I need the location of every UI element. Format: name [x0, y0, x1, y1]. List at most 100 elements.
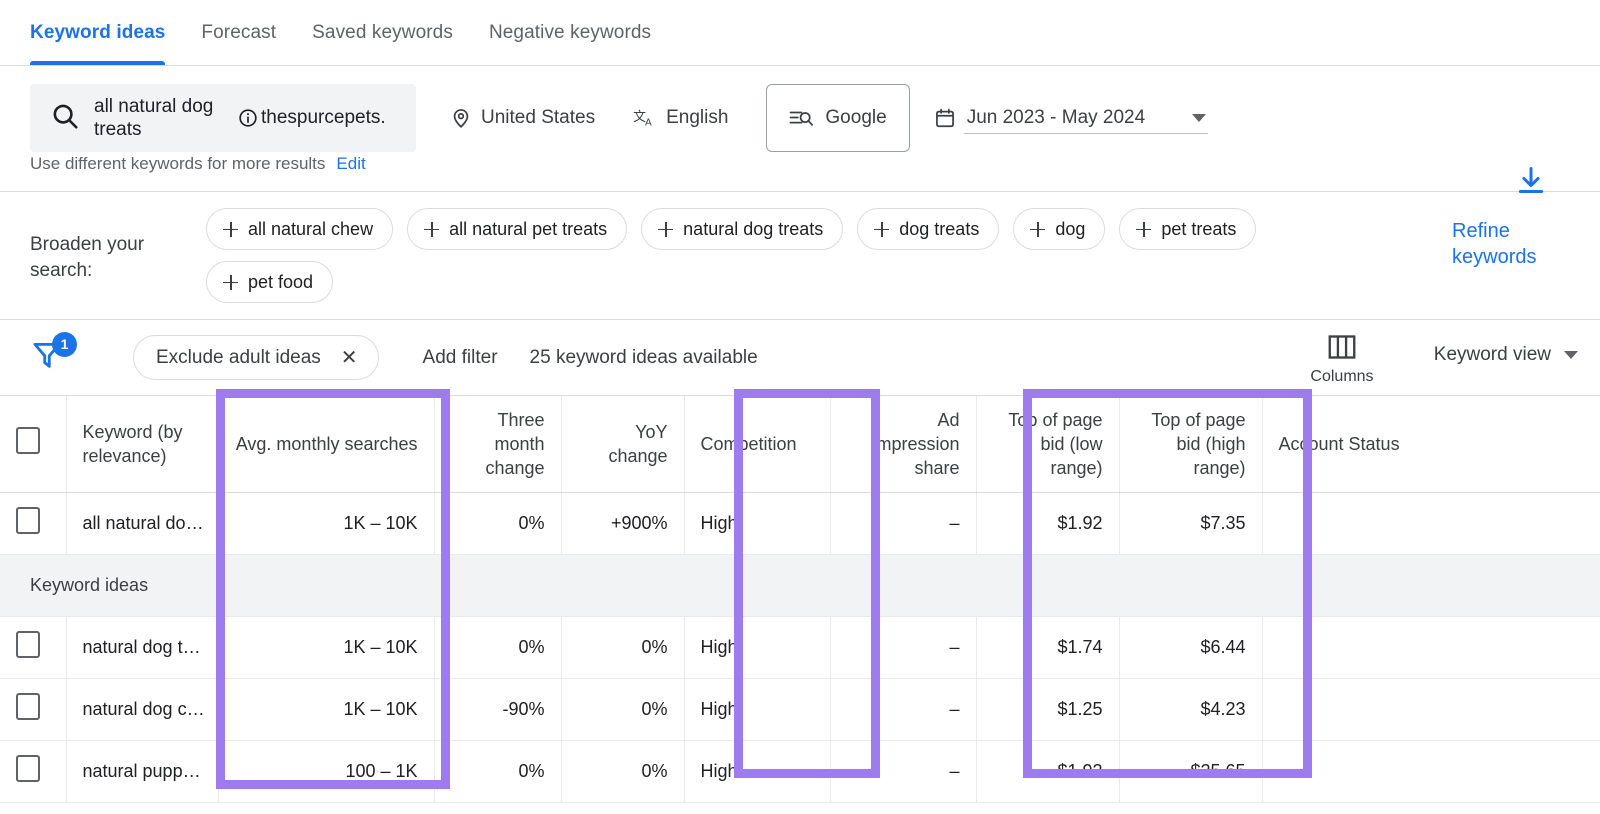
broaden-chip[interactable]: dog treats [857, 208, 999, 250]
row-select-cell [0, 492, 66, 554]
table-row[interactable]: natural pupp… 100 – 1K 0% 0% High – $1.9… [0, 740, 1600, 802]
table-row[interactable]: natural dog t… 1K – 10K 0% 0% High – $1.… [0, 616, 1600, 678]
cell-three-month-change: 0% [434, 740, 561, 802]
table-row[interactable]: natural dog c… 1K – 10K -90% 0% High – $… [0, 678, 1600, 740]
cell-yoy-change: 0% [561, 678, 684, 740]
cell-top-bid-low: $1.74 [976, 616, 1119, 678]
edit-keywords-link[interactable]: Edit [336, 154, 365, 174]
date-range-selector[interactable]: Jun 2023 - May 2024 [934, 84, 1209, 152]
header-keyword[interactable]: Keyword (by relevance) [66, 396, 218, 492]
cell-ad-impression-share: – [830, 492, 976, 554]
cell-yoy-change: +900% [561, 492, 684, 554]
header-top-bid-high[interactable]: Top of page bid (high range) [1119, 396, 1262, 492]
header-three-month-change[interactable]: Three month change [434, 396, 561, 492]
cell-keyword: all natural do… [66, 492, 218, 554]
plus-icon [874, 222, 889, 237]
row-checkbox[interactable] [16, 693, 40, 720]
active-filter-label: Exclude adult ideas [156, 347, 321, 369]
keyword-table: Keyword (by relevance) Avg. monthly sear… [0, 396, 1600, 803]
broaden-chip-label: natural dog treats [683, 219, 823, 240]
plus-icon [424, 222, 439, 237]
cell-competition: High [684, 492, 830, 554]
header-avg-monthly-searches[interactable]: Avg. monthly searches [218, 396, 434, 492]
broaden-chip[interactable]: dog [1013, 208, 1105, 250]
cell-ad-impression-share: – [830, 678, 976, 740]
broaden-chip-list: all natural chew all natural pet treats … [206, 208, 1336, 303]
broaden-chip[interactable]: pet treats [1119, 208, 1256, 250]
cell-three-month-change: -90% [434, 678, 561, 740]
search-criteria-bar: all natural dog treats thespurcepets. Un… [0, 66, 1600, 192]
language-selector[interactable]: 文 A English [633, 84, 728, 152]
header-ad-impression-share[interactable]: Ad impression share [830, 396, 976, 492]
row-checkbox[interactable] [16, 507, 40, 534]
filter-button[interactable]: 1 [30, 338, 76, 378]
translate-icon: 文 A [633, 107, 657, 129]
active-filter-chip[interactable]: Exclude adult ideas ✕ [133, 335, 379, 380]
row-select-cell [0, 678, 66, 740]
row-checkbox[interactable] [16, 755, 40, 782]
date-range-value: Jun 2023 - May 2024 [967, 107, 1146, 129]
cell-avg-monthly-searches: 1K – 10K [218, 678, 434, 740]
tab-saved-keywords[interactable]: Saved keywords [294, 0, 471, 65]
filter-count-badge: 1 [52, 332, 77, 357]
cell-yoy-change: 0% [561, 740, 684, 802]
tab-negative-keywords-label: Negative keywords [489, 22, 651, 44]
location-value: United States [481, 107, 595, 129]
plus-icon [1030, 222, 1045, 237]
cell-three-month-change: 0% [434, 616, 561, 678]
broaden-chip[interactable]: natural dog treats [641, 208, 843, 250]
tab-forecast[interactable]: Forecast [183, 0, 294, 65]
calendar-icon [934, 107, 956, 129]
location-pin-icon [450, 107, 472, 129]
cell-account-status [1262, 678, 1600, 740]
header-yoy-change[interactable]: YoY change [561, 396, 684, 492]
broaden-chip-label: all natural chew [248, 219, 373, 240]
broaden-chip-label: all natural pet treats [449, 219, 607, 240]
search-icon [50, 101, 80, 136]
cell-competition: High [684, 678, 830, 740]
keyword-search-input[interactable]: all natural dog treats thespurcepets. [30, 84, 416, 152]
cell-keyword: natural pupp… [66, 740, 218, 802]
broaden-chip-label: dog treats [899, 219, 979, 240]
tab-keyword-ideas[interactable]: Keyword ideas [30, 0, 183, 65]
row-select-cell [0, 740, 66, 802]
broaden-chip[interactable]: pet food [206, 261, 333, 303]
keyword-table-container: Keyword (by relevance) Avg. monthly sear… [0, 396, 1600, 803]
cell-account-status [1262, 616, 1600, 678]
table-body: all natural do… 1K – 10K 0% +900% High –… [0, 492, 1600, 802]
broaden-search-section: Broaden your search: all natural chew al… [0, 192, 1600, 320]
select-all-checkbox[interactable] [16, 427, 40, 454]
network-selector[interactable]: Google [766, 84, 909, 152]
tab-negative-keywords[interactable]: Negative keywords [471, 0, 669, 65]
cell-top-bid-low: $1.92 [976, 492, 1119, 554]
columns-icon [1328, 334, 1356, 360]
row-checkbox[interactable] [16, 631, 40, 658]
add-filter-button[interactable]: Add filter [423, 347, 498, 369]
cell-top-bid-low: $1.92 [976, 740, 1119, 802]
cell-three-month-change: 0% [434, 492, 561, 554]
broaden-chip[interactable]: all natural chew [206, 208, 393, 250]
tab-saved-keywords-label: Saved keywords [312, 22, 453, 44]
header-top-bid-low[interactable]: Top of page bid (low range) [976, 396, 1119, 492]
select-all-header [0, 396, 66, 492]
table-section-row: Keyword ideas [0, 554, 1600, 616]
search-keyword-value: all natural dog treats [94, 95, 224, 141]
info-icon [238, 108, 258, 128]
location-selector[interactable]: United States [450, 84, 595, 152]
columns-button[interactable]: Columns [1296, 334, 1388, 386]
search-hint-text: Use different keywords for more results [30, 154, 325, 174]
header-competition[interactable]: Competition [684, 396, 830, 492]
view-selector[interactable]: Keyword view [1434, 344, 1578, 366]
search-domain-chip[interactable]: thespurcepets. [238, 107, 386, 129]
cell-avg-monthly-searches: 100 – 1K [218, 740, 434, 802]
columns-label: Columns [1296, 368, 1388, 386]
table-row[interactable]: all natural do… 1K – 10K 0% +900% High –… [0, 492, 1600, 554]
view-selector-label: Keyword view [1434, 344, 1551, 366]
refine-keywords-link[interactable]: Refine keywords [1452, 218, 1562, 270]
close-icon[interactable]: ✕ [341, 348, 358, 368]
cell-top-bid-high: $6.44 [1119, 616, 1262, 678]
header-account-status[interactable]: Account Status [1262, 396, 1600, 492]
broaden-chip[interactable]: all natural pet treats [407, 208, 627, 250]
cell-avg-monthly-searches: 1K – 10K [218, 616, 434, 678]
table-header-row: Keyword (by relevance) Avg. monthly sear… [0, 396, 1600, 492]
